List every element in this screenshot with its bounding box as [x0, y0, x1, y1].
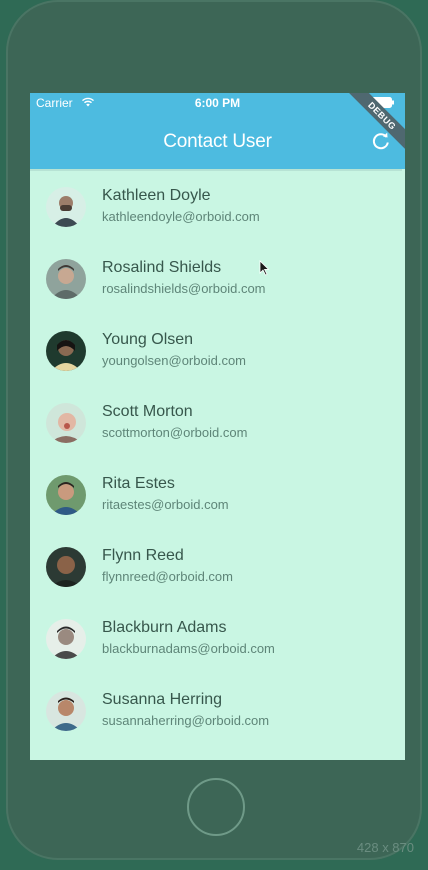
contact-email: youngolsen@orboid.com	[102, 353, 247, 368]
contact-email: scottmorton@orboid.com	[102, 425, 248, 440]
contact-email: ritaestes@orboid.com	[102, 497, 229, 512]
contact-name: Blackburn Adams	[102, 619, 227, 636]
page-title: Contact User	[163, 131, 272, 152]
status-bar: Carrier 6:00 PM	[30, 93, 405, 113]
avatar	[46, 691, 86, 731]
list-item[interactable]: Blackburn Adams blackburnadams@orboid.co…	[30, 603, 405, 675]
avatar	[46, 331, 86, 371]
contact-name: Rita Estes	[102, 475, 175, 492]
home-button[interactable]	[187, 778, 245, 836]
app-bar: Contact User	[30, 113, 405, 169]
list-item[interactable]: Rosalind Shields rosalindshields@orboid.…	[30, 243, 405, 315]
mouse-cursor-icon	[259, 260, 270, 276]
list-item[interactable]: Susanna Herring susannaherring@orboid.co…	[30, 675, 405, 747]
avatar	[46, 475, 86, 515]
device-size-label: 428 x 870	[356, 840, 414, 855]
status-time: 6:00 PM	[194, 96, 241, 110]
contact-name: Rosalind Shields	[102, 259, 222, 276]
contact-email: blackburnadams@orboid.com	[102, 641, 275, 656]
contact-email: susannaherring@orboid.com	[102, 713, 270, 728]
contact-list[interactable]: Kathleen Doyle kathleendoyle@orboid.com …	[30, 171, 405, 747]
contact-name: Scott Morton	[102, 403, 193, 420]
list-item[interactable]: Rita Estes ritaestes@orboid.com	[30, 459, 405, 531]
avatar	[46, 403, 86, 443]
contact-name: Young Olsen	[102, 331, 194, 348]
avatar	[46, 259, 86, 299]
contact-email: kathleendoyle@orboid.com	[102, 209, 260, 224]
list-item[interactable]: Young Olsen youngolsen@orboid.com	[30, 315, 405, 387]
avatar	[46, 547, 86, 587]
contact-email: flynnreed@orboid.com	[102, 569, 233, 584]
list-item[interactable]: Kathleen Doyle kathleendoyle@orboid.com	[30, 171, 405, 243]
list-item[interactable]: Flynn Reed flynnreed@orboid.com	[30, 531, 405, 603]
refresh-icon[interactable]	[371, 131, 391, 151]
contact-name: Kathleen Doyle	[102, 187, 211, 204]
contact-name: Susanna Herring	[102, 691, 223, 708]
avatar	[46, 187, 86, 227]
avatar	[46, 619, 86, 659]
contact-name: Flynn Reed	[102, 547, 184, 564]
app-screen: Carrier 6:00 PM Contact User DEBUG Kathl…	[30, 93, 405, 760]
contact-email: rosalindshields@orboid.com	[102, 281, 266, 296]
list-item[interactable]: Scott Morton scottmorton@orboid.com	[30, 387, 405, 459]
